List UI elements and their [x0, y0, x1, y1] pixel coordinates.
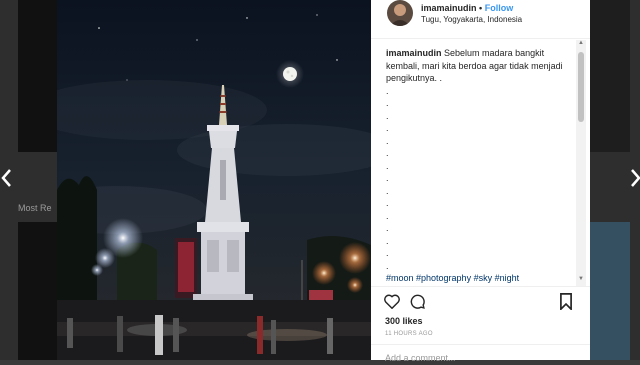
post-timestamp[interactable]: 11 HOURS AGO — [385, 331, 433, 337]
caption-dot-line: . — [386, 160, 389, 171]
caption-dot-line: . — [386, 85, 389, 96]
caption-dots: . . . . . . . . . . . . . . . — [386, 85, 578, 273]
like-button[interactable] — [383, 293, 401, 314]
caption-dot-line: . — [386, 148, 389, 158]
caption-dot-line: . — [386, 210, 389, 221]
caption-dot-line: . — [386, 135, 389, 146]
caption-dot-line: . — [386, 185, 389, 196]
scrollbar-thumb[interactable] — [578, 52, 584, 122]
background-post-thumbnail[interactable] — [590, 0, 630, 152]
caption-dot-line: . — [386, 198, 389, 208]
scroll-up-arrow-icon[interactable]: ▲ — [578, 40, 584, 46]
comment-input[interactable]: Add a comment... — [385, 353, 456, 363]
username-link[interactable]: imamainudin — [421, 3, 477, 13]
avatar[interactable] — [387, 0, 413, 26]
caption-username[interactable]: imamainudin — [386, 48, 442, 58]
comments-scrollbar[interactable]: ▲ ▼ — [576, 40, 586, 286]
action-bar — [371, 286, 590, 315]
likes-count[interactable]: 300 likes — [385, 316, 423, 326]
hashtags[interactable]: #moon #photography #sky #night — [386, 272, 578, 285]
heart-icon — [384, 294, 400, 310]
separator-dot: • — [479, 3, 483, 13]
caption-text-block: imamainudin Sebelum madara bangkit kemba… — [386, 47, 578, 85]
post-author: imamainudin • Follow — [421, 3, 513, 13]
post-photo[interactable] — [27, 0, 397, 360]
follow-button[interactable]: Follow — [485, 3, 514, 13]
save-button[interactable] — [559, 293, 573, 315]
caption-dot-line: . — [386, 248, 389, 258]
previous-post-button[interactable] — [0, 168, 12, 192]
background-post-thumbnail[interactable] — [590, 222, 630, 360]
chevron-left-icon — [1, 169, 11, 187]
post-modal: imamainudin • Follow Tugu, Yogyakarta, I… — [27, 0, 590, 363]
caption-dot-line: . — [386, 123, 389, 133]
caption-dot-line: . — [386, 223, 389, 233]
post-header: imamainudin • Follow Tugu, Yogyakarta, I… — [371, 0, 590, 39]
caption-dot-line: . — [386, 98, 389, 108]
caption-section: imamainudin Sebelum madara bangkit kemba… — [386, 47, 578, 285]
caption-dot-line: . — [386, 235, 389, 246]
post-sidebar: imamainudin • Follow Tugu, Yogyakarta, I… — [371, 0, 590, 363]
caption-dot-line: . — [386, 260, 389, 271]
background-post-thumbnail[interactable] — [18, 0, 58, 152]
background-section-label: Most Re — [18, 203, 52, 213]
location-link[interactable]: Tugu, Yogyakarta, Indonesia — [421, 15, 522, 24]
profile-photo — [387, 0, 413, 26]
night-tugu-monument-photo — [27, 0, 397, 360]
chevron-right-icon — [631, 169, 640, 187]
comment-icon — [410, 294, 425, 309]
background-post-thumbnail[interactable] — [18, 222, 58, 360]
caption-dot-line: . — [386, 173, 389, 183]
next-post-button[interactable] — [630, 168, 640, 192]
comment-button[interactable] — [409, 293, 426, 315]
caption-dot-line: . — [386, 110, 389, 121]
bookmark-icon — [560, 293, 572, 312]
scroll-down-arrow-icon[interactable]: ▼ — [578, 276, 584, 282]
add-comment-section: Add a comment... — [371, 344, 590, 363]
